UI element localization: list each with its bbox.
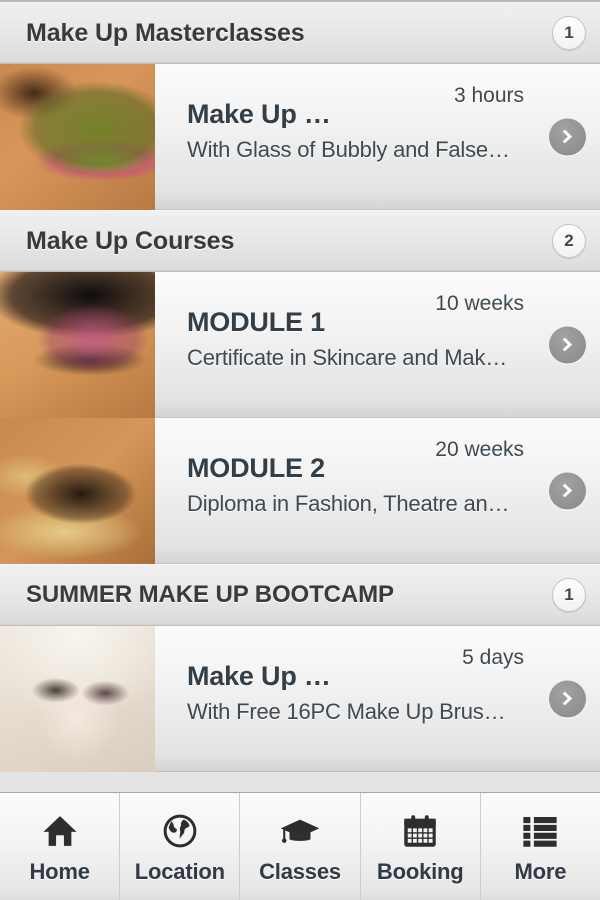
section-header: SUMMER MAKE UP BOOTCAMP 1 xyxy=(0,564,600,626)
class-list[interactable]: Make Up Masterclasses 1 Make Up … With Glas… xyxy=(0,0,600,792)
list-item[interactable]: Make Up … With Glass of Bubbly and False…… xyxy=(0,64,600,210)
list-item-thumbnail xyxy=(0,64,155,210)
tab-label: More xyxy=(514,858,567,884)
tab-label: Location xyxy=(134,858,225,884)
tab-more[interactable]: More xyxy=(481,793,600,900)
list-item-subtitle: With Glass of Bubbly and False… xyxy=(187,137,510,163)
list-item[interactable]: MODULE 2 Diploma in Fashion, Theatre an… 2… xyxy=(0,418,600,564)
list-item-duration: 5 days xyxy=(462,646,524,669)
eye-glitter-lashes-photo xyxy=(0,272,155,418)
globe-icon xyxy=(159,809,201,853)
chevron-right-icon[interactable] xyxy=(549,118,586,155)
eye-gold-flakes-photo xyxy=(0,418,155,564)
tab-label: Classes xyxy=(259,858,341,884)
list-item-duration: 20 weeks xyxy=(435,438,524,461)
model-white-hair-photo xyxy=(0,626,155,772)
list-item-subtitle: Diploma in Fashion, Theatre an… xyxy=(187,491,510,517)
tab-classes[interactable]: Classes xyxy=(240,793,361,900)
calendar-icon xyxy=(399,809,441,853)
tab-home[interactable]: Home xyxy=(0,793,121,900)
section-title: Make Up Courses xyxy=(26,226,235,255)
list-item-thumbnail xyxy=(0,272,155,418)
chevron-right-icon[interactable] xyxy=(549,472,586,509)
tab-location[interactable]: Location xyxy=(120,793,241,900)
section-header: Make Up Masterclasses 1 xyxy=(0,2,600,64)
graduation-cap-icon xyxy=(279,809,321,853)
chevron-right-icon[interactable] xyxy=(549,680,586,717)
list-item-subtitle: Certificate in Skincare and Mak… xyxy=(187,345,508,371)
section-count-badge: 1 xyxy=(552,16,586,50)
chevron-right-icon[interactable] xyxy=(549,326,586,363)
section-count-badge: 2 xyxy=(552,224,586,258)
list-item-duration: 3 hours xyxy=(453,84,524,107)
section-header: Make Up Courses 2 xyxy=(0,210,600,272)
list-item-duration: 10 weeks xyxy=(435,292,524,315)
tab-label: Home xyxy=(29,858,90,884)
list-item[interactable]: MODULE 1 Certificate in Skincare and Mak…… xyxy=(0,272,600,418)
home-icon xyxy=(39,809,81,853)
section-title: SUMMER MAKE UP BOOTCAMP xyxy=(26,581,394,608)
section-title: Make Up Masterclasses xyxy=(26,18,305,47)
eye-green-eyeshadow-photo xyxy=(0,64,155,210)
list-item-thumbnail xyxy=(0,626,155,772)
list-icon xyxy=(519,809,561,853)
app-root: Make Up Masterclasses 1 Make Up … With Glas… xyxy=(0,0,600,900)
list-item-body: Make Up … With Free 16PC Make Up Brus… 5 d… xyxy=(155,626,600,771)
list-item-thumbnail xyxy=(0,418,155,564)
list-item-subtitle: With Free 16PC Make Up Brus… xyxy=(187,699,506,725)
list-item-body: Make Up … With Glass of Bubbly and False…… xyxy=(155,64,600,209)
list-item[interactable]: Make Up … With Free 16PC Make Up Brus… 5 d… xyxy=(0,626,600,772)
tab-bar[interactable]: Home Location Classes Booking More xyxy=(0,792,600,900)
list-item-body: MODULE 2 Diploma in Fashion, Theatre an… 2… xyxy=(155,418,600,563)
list-item-body: MODULE 1 Certificate in Skincare and Mak…… xyxy=(155,272,600,417)
tab-booking[interactable]: Booking xyxy=(361,793,481,900)
tab-label: Booking xyxy=(376,858,464,884)
section-count-badge: 1 xyxy=(552,578,586,612)
